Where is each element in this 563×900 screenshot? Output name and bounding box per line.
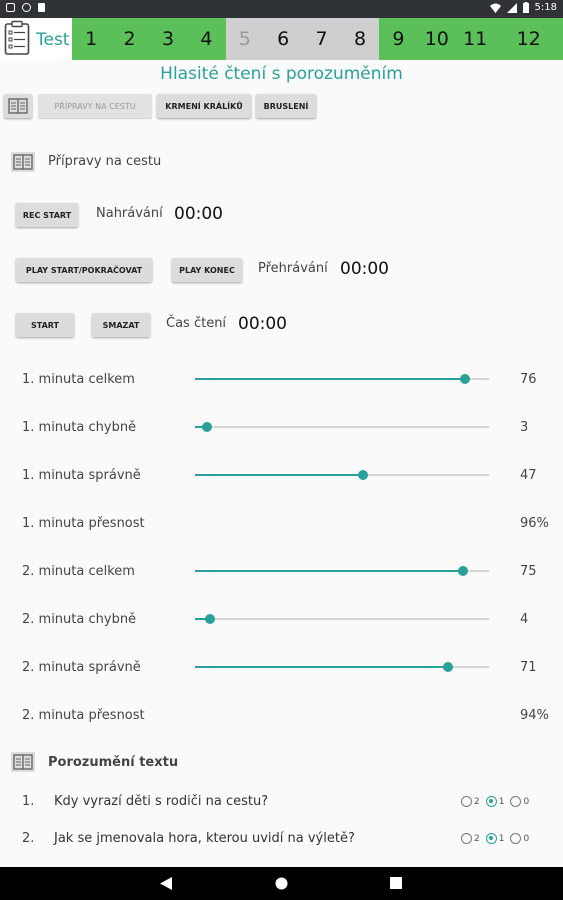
stat-slider[interactable] [195, 470, 489, 480]
stat-value: 47 [520, 468, 537, 483]
score-radio-2[interactable] [461, 796, 472, 807]
slider-fill [195, 474, 363, 476]
recording-time: 00:00 [174, 204, 223, 224]
stat-value: 71 [520, 660, 537, 675]
story-tab-brusleni[interactable]: BRUSLENÍ [256, 94, 316, 118]
lesson-11-button[interactable]: 11 [456, 18, 495, 60]
clear-button[interactable]: SMAZAT [92, 313, 150, 337]
status-bar: 5:18 [0, 0, 563, 18]
score-radio-label: 1 [498, 796, 505, 807]
play-start-button[interactable]: PLAY START/POKRAČOVAT [16, 258, 152, 282]
lesson-12-button[interactable]: 12 [494, 18, 563, 60]
score-radio-label: 0 [523, 833, 530, 844]
score-radio-2[interactable] [461, 833, 472, 844]
start-button[interactable]: START [16, 313, 74, 337]
stat-value: 75 [520, 564, 537, 579]
score-radio-label: 2 [474, 796, 480, 807]
lesson-8-button[interactable]: 8 [340, 18, 380, 60]
lesson-10-button[interactable]: 10 [417, 18, 456, 60]
recording-label: Nahrávání [96, 206, 163, 221]
lesson-5-button[interactable]: 5 [225, 18, 264, 60]
section-title-comprehension: Porozumění textu [48, 755, 179, 770]
stat-value: 3 [520, 420, 529, 435]
stat-slider[interactable] [195, 422, 489, 432]
stat-label: 1. minuta přesnost [22, 516, 145, 531]
score-radio-group: 2 1 0 [461, 833, 533, 844]
story-tab-krmeni[interactable]: KRMENÍ KRÁLÍKŮ [157, 94, 251, 118]
score-radio-1[interactable] [485, 796, 497, 807]
playback-time: 00:00 [340, 259, 389, 279]
sync-icon [22, 3, 31, 12]
slider-thumb[interactable] [201, 422, 212, 432]
navigation-bar [0, 867, 563, 900]
question-text: Jak se jmenovala hora, kterou uvidí na v… [54, 831, 355, 846]
book-icon [11, 152, 35, 172]
score-radio-1[interactable] [485, 833, 497, 844]
question-number: 1. [22, 794, 35, 809]
slider-thumb[interactable] [204, 614, 215, 624]
home-icon[interactable] [275, 877, 288, 890]
stat-slider[interactable] [195, 614, 489, 624]
story-tab-pripravy[interactable]: PŘÍPRAVY NA CESTU [38, 94, 152, 118]
question-number: 2. [22, 831, 35, 846]
lesson-1-button[interactable]: 1 [72, 18, 111, 60]
stat-value: 4 [520, 612, 529, 627]
slider-fill [195, 666, 448, 668]
section-title-story: Přípravy na cestu [48, 154, 162, 169]
book-icon [11, 752, 35, 772]
slider-thumb[interactable] [460, 374, 471, 384]
rec-start-button[interactable]: REC START [16, 203, 78, 227]
clipboard-icon[interactable] [4, 20, 30, 56]
status-time: 5:18 [534, 2, 557, 13]
slider-thumb[interactable] [442, 662, 453, 672]
book-button[interactable] [4, 94, 32, 118]
stat-label: 1. minuta chybně [22, 420, 137, 435]
stat-slider[interactable] [195, 374, 489, 384]
back-icon[interactable] [160, 877, 173, 890]
wifi-icon [489, 3, 501, 13]
stat-label: 2. minuta správně [22, 660, 141, 675]
stat-slider[interactable] [195, 662, 489, 672]
page-subtitle: Hlasité čtení s porozuměním [160, 64, 403, 84]
slider-thumb[interactable] [457, 566, 468, 576]
lesson-3-button[interactable]: 3 [148, 18, 188, 60]
score-radio-group: 2 1 0 [461, 796, 533, 807]
stat-label: 2. minuta přesnost [22, 708, 145, 723]
lesson-9-button[interactable]: 9 [379, 18, 418, 60]
recents-icon[interactable] [390, 877, 402, 889]
file-icon [38, 3, 45, 12]
lesson-4-button[interactable]: 4 [187, 18, 226, 60]
stat-label: 2. minuta celkem [22, 564, 135, 579]
battery-icon [522, 2, 529, 13]
score-radio-label: 1 [498, 833, 505, 844]
stat-label: 1. minuta celkem [22, 372, 135, 387]
stat-label: 2. minuta chybně [22, 612, 137, 627]
lesson-7-button[interactable]: 7 [302, 18, 341, 60]
lesson-2-button[interactable]: 2 [110, 18, 149, 60]
stat-value: 94% [520, 708, 549, 723]
stat-value: 96% [520, 516, 549, 531]
reading-time: 00:00 [238, 314, 287, 334]
score-radio-0[interactable] [510, 796, 522, 807]
play-stop-button[interactable]: PLAY KONEC [172, 258, 242, 282]
app-title: Test [36, 30, 70, 50]
book-icon [8, 98, 28, 114]
slider-fill [195, 378, 466, 380]
slider-fill [195, 570, 463, 572]
stat-label: 1. minuta správně [22, 468, 141, 483]
reading-time-label: Čas čtení [166, 316, 227, 331]
signal-icon [506, 2, 517, 13]
slider-thumb[interactable] [357, 470, 368, 480]
lesson-6-button[interactable]: 6 [264, 18, 303, 60]
playback-label: Přehrávání [258, 261, 328, 276]
score-radio-label: 0 [523, 796, 530, 807]
stat-value: 76 [520, 372, 537, 387]
notification-icon [6, 3, 15, 12]
score-radio-label: 2 [474, 833, 480, 844]
stat-slider[interactable] [195, 566, 489, 576]
score-radio-0[interactable] [510, 833, 522, 844]
question-text: Kdy vyrazí děti s rodiči na cestu? [54, 794, 269, 809]
